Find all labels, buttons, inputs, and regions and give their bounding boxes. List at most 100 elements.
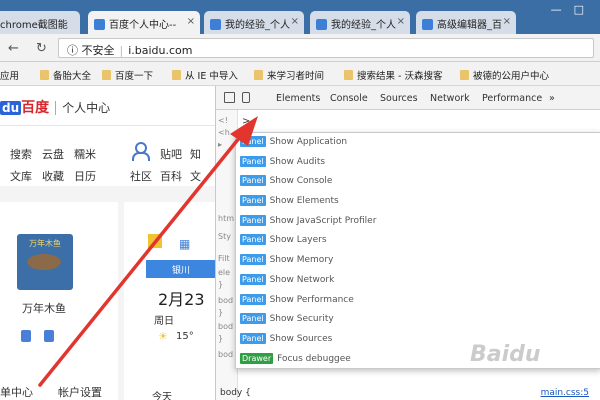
more-tabs-icon[interactable]: » xyxy=(549,93,555,104)
tablet-icon[interactable] xyxy=(44,330,54,342)
command-item[interactable]: Panel Show Memory xyxy=(236,251,600,271)
command-item[interactable]: Panel Show Elements xyxy=(236,192,600,212)
command-item[interactable]: Panel Show Performance xyxy=(236,291,600,311)
close-icon[interactable]: × xyxy=(187,16,195,27)
user-icon xyxy=(131,142,150,161)
badge: Panel xyxy=(240,273,266,285)
bookmark-item[interactable]: 从 IE 中导入 xyxy=(172,68,238,82)
bookmarks-bar: 应用 备胎大全 百度一下 从 IE 中导入 来学习者时间 搜索结果 - 沃森搜客… xyxy=(0,62,600,86)
link-order-center[interactable]: 单中心 xyxy=(0,384,33,400)
command-item[interactable]: Panel Show Audits xyxy=(236,153,600,173)
web-page: du 百度 个人中心 搜索 云盘 糯米 文库 收藏 日历 贴吧 知 社区 百科 文 … xyxy=(0,86,215,400)
phone-icon[interactable] xyxy=(21,330,31,342)
tab-label: 高级编辑器_百 xyxy=(437,20,502,31)
bookmark-item[interactable]: 来学习者时间 xyxy=(254,68,324,82)
profile-card: 万年木鱼 万年木鱼 单中心 帐户设置 xyxy=(0,202,118,400)
bookmark-item[interactable]: 百度一下 xyxy=(102,68,153,82)
menu-item[interactable]: 社区 xyxy=(130,168,152,184)
badge: Panel xyxy=(240,175,266,187)
bookmark-item[interactable]: 搜索结果 - 沃森搜客 xyxy=(344,68,442,82)
browser-tab[interactable]: 我的经验_个人 × xyxy=(310,11,410,34)
command-menu: Panel Show Application Panel Show Audits P… xyxy=(235,132,600,369)
baidu-logo[interactable]: du 百度 个人中心 xyxy=(0,97,111,117)
badge: Panel xyxy=(240,155,266,167)
badge: Panel xyxy=(240,332,266,344)
tab-console[interactable]: Console xyxy=(330,93,368,104)
bookmark-item[interactable]: 被德的公用户中心 xyxy=(460,68,549,82)
calendar-card: ▦ 银川 2月23 周日 ☀ 15° 今天 xyxy=(124,202,215,400)
command-prompt[interactable]: > xyxy=(242,116,250,127)
close-icon[interactable]: × xyxy=(397,16,405,27)
reload-icon[interactable]: ↻ xyxy=(36,41,47,56)
browser-tab-bar: chrome截图能 百度个人中心-- × 我的经验_个人 × 我的经验_个人 × 高级… xyxy=(0,0,600,34)
menu-item[interactable]: 云盘 xyxy=(42,146,64,162)
browser-tab[interactable]: 我的经验_个人 × xyxy=(204,11,304,34)
folder-icon xyxy=(172,70,181,80)
url-input[interactable]: ⓘ 不安全 | i.baidu.com xyxy=(58,38,594,58)
command-item[interactable]: Panel Show Application xyxy=(236,133,600,153)
device-icon[interactable] xyxy=(242,92,250,103)
paw-icon xyxy=(460,70,469,80)
doc-icon xyxy=(422,19,433,30)
menu-item[interactable]: 糯米 xyxy=(74,146,96,162)
command-item[interactable]: Panel Show Console xyxy=(236,172,600,192)
sun-icon: ☀ xyxy=(158,330,168,343)
command-item[interactable]: Panel Show Security xyxy=(236,310,600,330)
product-menu: 搜索 云盘 糯米 文库 收藏 日历 贴吧 知 社区 百科 文 xyxy=(0,126,215,186)
security-label: 不安全 xyxy=(81,44,115,57)
menu-item[interactable]: 知 xyxy=(190,146,201,162)
menu-item[interactable]: 贴吧 xyxy=(160,146,182,162)
menu-item[interactable]: 收藏 xyxy=(42,168,64,184)
tab-label: 百度个人中心-- xyxy=(109,20,177,31)
tab-label: 我的经验_个人 xyxy=(225,20,290,31)
command-item[interactable]: Panel Show Network xyxy=(236,271,600,291)
badge: Panel xyxy=(240,313,266,325)
window-controls[interactable]: —□ xyxy=(551,3,596,16)
tab-label: 我的经验_个人 xyxy=(331,20,396,31)
styles-rule: body { main.css:5 xyxy=(220,388,600,398)
city-button[interactable]: 银川 xyxy=(146,260,215,278)
doc-icon xyxy=(344,70,353,80)
tab-label: chrome截图能 xyxy=(0,20,68,31)
css-source-link[interactable]: main.css:5 xyxy=(541,388,589,398)
badge: Panel xyxy=(240,234,266,246)
paw-icon xyxy=(316,19,327,30)
username[interactable]: 万年木鱼 xyxy=(22,300,66,316)
menu-item[interactable]: 搜索 xyxy=(10,146,32,162)
css-selector: body { xyxy=(220,388,251,398)
avatar[interactable]: 万年木鱼 xyxy=(17,234,73,290)
bookmark-item[interactable]: 应用 xyxy=(0,68,19,82)
close-icon[interactable]: × xyxy=(503,16,511,27)
badge: Panel xyxy=(240,136,266,147)
tab-sources[interactable]: Sources xyxy=(380,93,418,104)
browser-tab[interactable]: chrome截图能 xyxy=(0,11,80,34)
command-item[interactable]: Panel Show Sources xyxy=(236,330,600,350)
grid-icon[interactable]: ▦ xyxy=(179,237,190,251)
menu-item[interactable]: 文库 xyxy=(10,168,32,184)
close-icon[interactable]: × xyxy=(291,16,299,27)
temperature: 15° xyxy=(176,331,194,342)
badge: Panel xyxy=(240,195,266,207)
badge: Panel xyxy=(240,254,266,266)
tab-elements[interactable]: Elements xyxy=(276,93,320,104)
page-header: du 百度 个人中心 xyxy=(0,86,215,126)
browser-tab[interactable]: 高级编辑器_百 × xyxy=(416,11,516,34)
info-icon: ⓘ xyxy=(67,44,78,57)
watermark: Baidu xyxy=(470,342,541,367)
browser-tab-active[interactable]: 百度个人中心-- × xyxy=(88,11,200,34)
inspect-icon[interactable] xyxy=(224,92,235,103)
command-item[interactable]: Drawer Focus debuggee xyxy=(236,350,600,370)
menu-item[interactable]: 日历 xyxy=(74,168,96,184)
devtools-panel: Elements Console Sources Network Perform… xyxy=(215,86,600,400)
date-display: 2月23 xyxy=(158,290,205,309)
back-icon[interactable]: ← xyxy=(8,41,19,56)
badge: Drawer xyxy=(240,352,274,364)
tab-performance[interactable]: Performance xyxy=(482,93,542,104)
command-item[interactable]: Panel Show JavaScript Profiler xyxy=(236,212,600,232)
menu-item[interactable]: 百科 xyxy=(160,168,182,184)
link-account-settings[interactable]: 帐户设置 xyxy=(58,384,102,400)
command-item[interactable]: Panel Show Layers xyxy=(236,231,600,251)
menu-item[interactable]: 文 xyxy=(190,168,201,184)
bookmark-item[interactable]: 备胎大全 xyxy=(40,68,91,82)
tab-network[interactable]: Network xyxy=(430,93,470,104)
